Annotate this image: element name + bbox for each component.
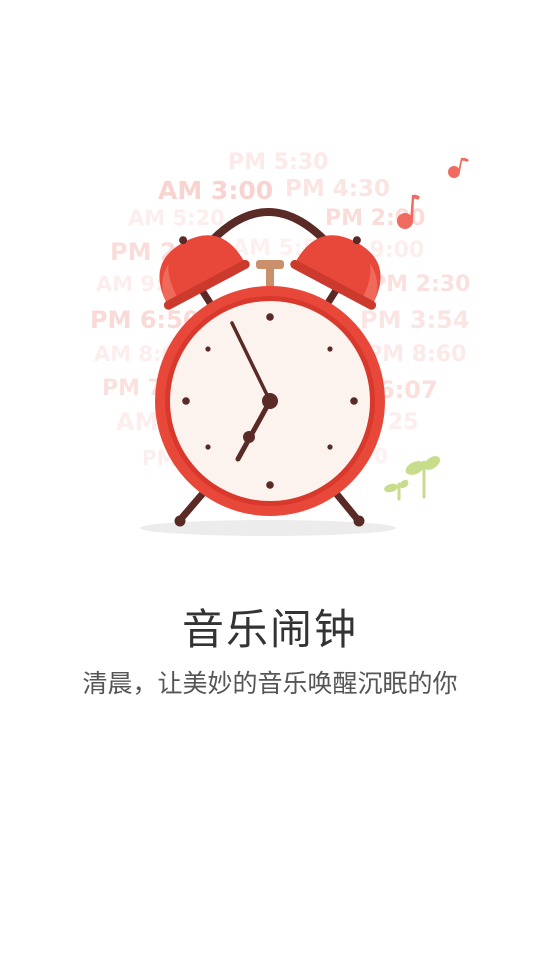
clock-foot-right xyxy=(353,515,365,527)
clock-foot-left xyxy=(174,515,186,527)
clock-leg-left xyxy=(176,488,208,524)
clock-center-pin xyxy=(262,393,278,409)
app-title: 音乐闹钟 xyxy=(181,605,358,654)
alarm-clock-illustration: PM 5:30 AM 3:00 PM 4:30 AM 5:20 PM 2:00 … xyxy=(0,0,540,560)
app-subtitle: 清晨，让美妙的音乐唤醒沉眠的你 xyxy=(82,669,458,698)
clock-top-button-stem xyxy=(266,268,274,288)
clock-leg-right xyxy=(331,488,362,524)
splash-screen: PM 5:30 AM 3:00 PM 4:30 AM 5:20 PM 2:00 … xyxy=(0,0,540,960)
sprout-icon xyxy=(384,456,441,501)
clock-top-button xyxy=(256,260,284,269)
alarm-clock-icon xyxy=(140,208,396,536)
hour-hand-tip xyxy=(243,431,255,443)
music-note-small-icon xyxy=(448,157,469,178)
music-note-large-icon xyxy=(397,194,420,229)
